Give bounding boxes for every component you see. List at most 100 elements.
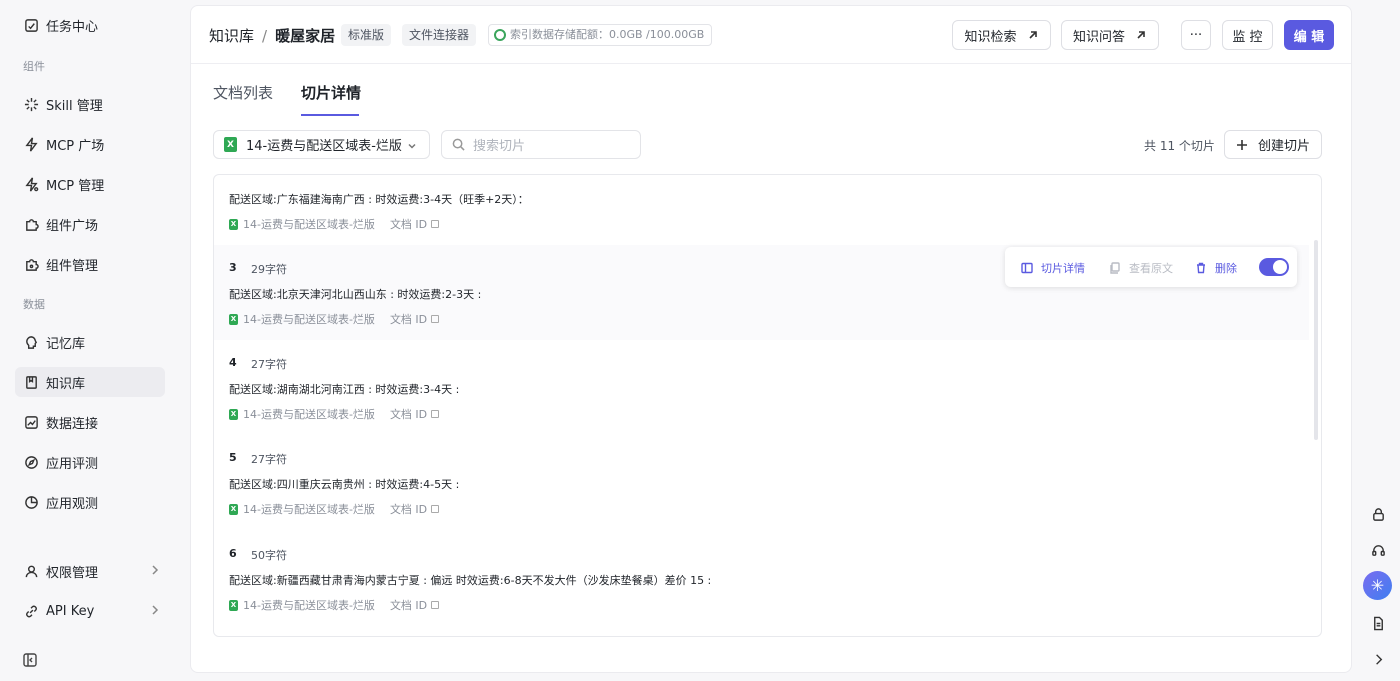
document-select[interactable]: X 14-运费与配送区域表-烂版 [213,130,430,159]
section-label-components: 组件 [23,60,45,73]
trash-icon [1197,262,1205,274]
chunk-char-count: 29字符 [251,263,287,276]
chunk-item[interactable]: 5 27字符 配送区域:四川重庆云南贵州 : 时效运费:4-5天 : X 14-… [214,435,1309,530]
link-icon [23,603,39,619]
sidebar-item-label: Skill 管理 [46,98,103,114]
list-scrollbar[interactable] [1314,240,1318,440]
sidebar-item-skill[interactable]: Skill 管理 [15,89,165,119]
tab-chunk-detail[interactable]: 切片详情 [301,82,361,103]
document-copy-icon [1110,262,1120,274]
chunk-enable-toggle[interactable] [1259,258,1289,276]
panel-icon [1021,262,1033,274]
connector-type-tag: 文件连接器 [402,24,477,46]
chunk-item[interactable]: 6 50字符 配送区域:新疆西藏甘肃青海内蒙古宁夏 : 偏远 时效运费:6-8天… [214,531,1309,626]
sidebar-item-permissions[interactable]: 权限管理 [15,556,165,586]
button-label: 编 辑 [1293,29,1325,45]
sidebar-item-component-manage[interactable]: 组件管理 [15,249,165,279]
chunk-item[interactable]: 配送区域:广东福建海南广西 : 时效运费:3-4天（旺季+2天）： X 14-运… [214,175,1309,245]
excel-file-icon: X [229,503,238,515]
sidebar-item-knowledge-base[interactable]: 知识库 [15,367,165,397]
chunk-source-name[interactable]: 14-运费与配送区域表-烂版 [243,406,375,422]
chunk-number: 6 [229,547,237,560]
document-icon[interactable] [1368,613,1388,633]
chevron-down-icon [407,140,417,155]
breadcrumb: 知识库 / 暖屋家居 [209,25,335,46]
search-icon [452,138,465,151]
chunk-search-input[interactable]: 搜索切片 [441,130,641,159]
copy-icon[interactable] [431,410,440,418]
lightning-icon [23,136,39,152]
sidebar-item-observation[interactable]: 应用观测 [15,487,165,517]
chunk-detail-button[interactable]: 切片详情 [1021,260,1085,276]
monitor-button[interactable]: 监 控 [1222,20,1273,50]
sidebar-item-data-connection[interactable]: 数据连接 [15,407,165,437]
quota-text: 索引数据存储配额：0.0GB /100.00GB [510,28,705,41]
excel-file-icon: X [224,137,237,152]
button-label: 知识检索 [964,29,1017,45]
chunk-text: 配送区域:湖南湖北河南江西 : 时效运费:3-4天 : [229,383,460,396]
compass-icon [23,454,39,470]
sidebar-item-mcp-manage[interactable]: MCP 管理 [15,169,165,199]
excel-file-icon: X [229,599,238,611]
chunk-source-name[interactable]: 14-运费与配送区域表-烂版 [243,501,375,517]
sidebar-item-task-center[interactable]: 任务中心 [15,10,165,40]
delete-chunk-button[interactable]: 删除 [1195,260,1237,276]
chunk-source-name[interactable]: 14-运费与配送区域表-烂版 [243,597,375,613]
ai-assistant-icon[interactable]: ✳ [1363,571,1392,600]
copy-icon[interactable] [431,601,440,609]
page-header: 知识库 / 暖屋家居 标准版 文件连接器 索引数据存储配额：0.0GB /100… [191,6,1351,64]
sidebar-item-evaluation[interactable]: 应用评测 [15,447,165,477]
arrow-up-right-icon [1137,31,1145,39]
sidebar-item-memory[interactable]: 记忆库 [15,327,165,357]
more-button[interactable]: ··· [1181,20,1211,50]
sidebar-item-label: 任务中心 [46,19,99,35]
lock-icon[interactable] [1368,504,1388,524]
chunk-item[interactable]: 4 27字符 配送区域:湖南湖北河南江西 : 时效运费:3-4天 : X 14-… [214,340,1309,435]
quota-pie-icon [494,29,506,41]
more-icon: ··· [1189,27,1203,43]
sidebar-item-component-square[interactable]: 组件广场 [15,209,165,239]
excel-file-icon: X [229,408,238,420]
task-icon [23,17,39,33]
create-chunk-button[interactable]: 创建切片 [1224,130,1322,159]
chunk-meta: 4 27字符 [229,356,287,372]
button-label: 查看原文 [1129,262,1173,275]
chunk-action-bar: 切片详情 查看原文 删除 [1005,247,1297,287]
sidebar-item-label: 权限管理 [46,565,99,581]
chevron-right-icon[interactable] [1368,649,1388,669]
sidebar-item-label: MCP 广场 [46,138,105,154]
main-panel: 知识库 / 暖屋家居 标准版 文件连接器 索引数据存储配额：0.0GB /100… [190,5,1352,673]
copy-icon[interactable] [431,220,440,228]
breadcrumb-current: 暖屋家居 [275,27,336,45]
copy-icon[interactable] [431,505,440,513]
chunk-source-name[interactable]: 14-运费与配送区域表-烂版 [243,311,375,327]
sidebar-item-label: 知识库 [46,376,86,392]
chunk-source-name[interactable]: 14-运费与配送区域表-烂版 [243,216,375,232]
button-label: 知识问答 [1072,29,1125,45]
sidebar-item-label: 组件广场 [46,218,99,234]
chevron-right-icon [149,564,161,576]
sidebar-collapse-icon[interactable] [22,652,38,668]
sidebar-item-api-key[interactable]: API Key [15,596,165,626]
sidebar-item-label: 应用观测 [46,496,99,512]
doc-id-label: 文档 ID [389,313,428,326]
chunk-text: 配送区域:新疆西藏甘肃青海内蒙古宁夏 : 偏远 时效运费:6-8天不发大件（沙发… [229,574,712,587]
lightning-gear-icon [23,176,39,192]
chunk-source: X 14-运费与配送区域表-烂版 文档 ID [229,597,440,613]
chunk-number: 5 [229,451,237,464]
copy-icon[interactable] [431,315,440,323]
plus-icon [1236,139,1247,150]
view-original-button[interactable]: 查看原文 [1109,260,1173,276]
sidebar-item-mcp-square[interactable]: MCP 广场 [15,129,165,159]
chunk-meta: 3 29字符 [229,261,287,277]
doc-id-label: 文档 ID [389,218,428,231]
selected-document: 14-运费与配送区域表-烂版 [246,139,402,154]
knowledge-qa-button[interactable]: 知识问答 [1061,20,1159,50]
breadcrumb-root[interactable]: 知识库 [209,25,254,46]
edit-button[interactable]: 编 辑 [1284,20,1334,50]
knowledge-search-button[interactable]: 知识检索 [952,20,1051,50]
active-tab-indicator [301,114,359,116]
tab-document-list[interactable]: 文档列表 [213,82,273,103]
chunk-text: 配送区域:四川重庆云南贵州 : 时效运费:4-5天 : [229,478,460,491]
headset-icon[interactable] [1368,540,1388,560]
